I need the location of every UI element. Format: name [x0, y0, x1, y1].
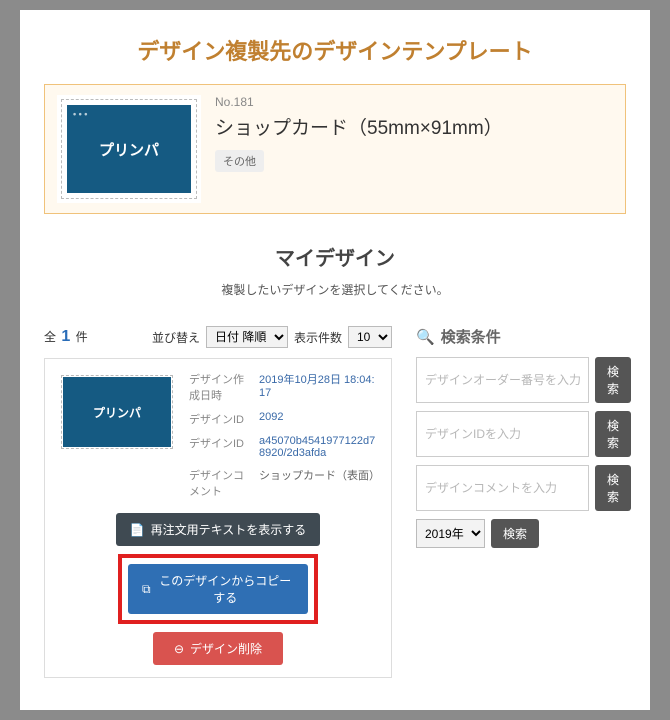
design-id2-value: a45070b4541977122d78920/2d3afda [259, 435, 379, 459]
total-count: 全 1 件 [44, 328, 88, 346]
design-id2-label: デザインID [189, 435, 253, 459]
template-number: No.181 [215, 95, 503, 109]
minus-icon: ⊖ [174, 642, 184, 656]
design-meta: デザイン作成日時 2019年10月28日 18:04:17 デザインID 209… [189, 371, 379, 499]
highlight-frame: ⧉ このデザインからコピーする [118, 554, 318, 624]
created-value: 2019年10月28日 18:04:17 [259, 371, 379, 403]
comment-label: デザインコメント [189, 467, 253, 499]
file-icon: 📄 [130, 523, 145, 537]
reorder-text-button[interactable]: 📄 再注文用テキストを表示する [116, 513, 321, 546]
year-select[interactable]: 2019年 [416, 519, 485, 548]
search-button-3[interactable]: 検索 [595, 465, 631, 511]
thumb-text: プリンパ [93, 404, 141, 421]
design-id-input[interactable] [416, 411, 589, 457]
mydesign-instruction: 複製したいデザインを選択してください。 [44, 281, 626, 298]
page-title: デザイン複製先のデザインテンプレート [44, 34, 626, 66]
sort-select[interactable]: 日付 降順 [206, 326, 288, 348]
search-icon: 🔍 [416, 328, 435, 346]
list-controls: 全 1 件 並び替え 日付 降順 表示件数 10 [44, 326, 392, 348]
comment-value: ショップカード（表面） [259, 467, 379, 499]
copy-design-button[interactable]: ⧉ このデザインからコピーする [128, 564, 308, 614]
design-card: プリンパ デザイン作成日時 2019年10月28日 18:04:17 デザインI… [44, 358, 392, 678]
template-box: プリンパ No.181 ショップカード（55mm×91mm） その他 [44, 84, 626, 214]
search-button-4[interactable]: 検索 [491, 519, 539, 548]
category-badge: その他 [215, 150, 264, 172]
sort-label: 並び替え [152, 329, 200, 346]
comment-input[interactable] [416, 465, 589, 511]
created-label: デザイン作成日時 [189, 371, 253, 403]
template-thumbnail: プリンパ [57, 95, 201, 203]
order-no-input[interactable] [416, 357, 589, 403]
design-id-label: デザインID [189, 411, 253, 427]
design-thumbnail: プリンパ [57, 371, 177, 453]
mydesign-title: マイデザイン [44, 242, 626, 271]
perpage-label: 表示件数 [294, 329, 342, 346]
perpage-select[interactable]: 10 [348, 326, 392, 348]
search-panel: 🔍 検索条件 検索 検索 検索 2019年 検索 [416, 326, 626, 556]
design-id-value: 2092 [259, 411, 379, 427]
modal: デザイン複製先のデザインテンプレート プリンパ No.181 ショップカード（5… [20, 10, 650, 710]
template-name: ショップカード（55mm×91mm） [215, 113, 503, 140]
thumb-text: プリンパ [99, 139, 159, 160]
delete-design-button[interactable]: ⊖ デザイン削除 [153, 632, 283, 665]
search-title: 🔍 検索条件 [416, 326, 626, 347]
search-button-2[interactable]: 検索 [595, 411, 631, 457]
template-info: No.181 ショップカード（55mm×91mm） その他 [215, 95, 503, 203]
copy-icon: ⧉ [142, 582, 151, 597]
search-button-1[interactable]: 検索 [595, 357, 631, 403]
